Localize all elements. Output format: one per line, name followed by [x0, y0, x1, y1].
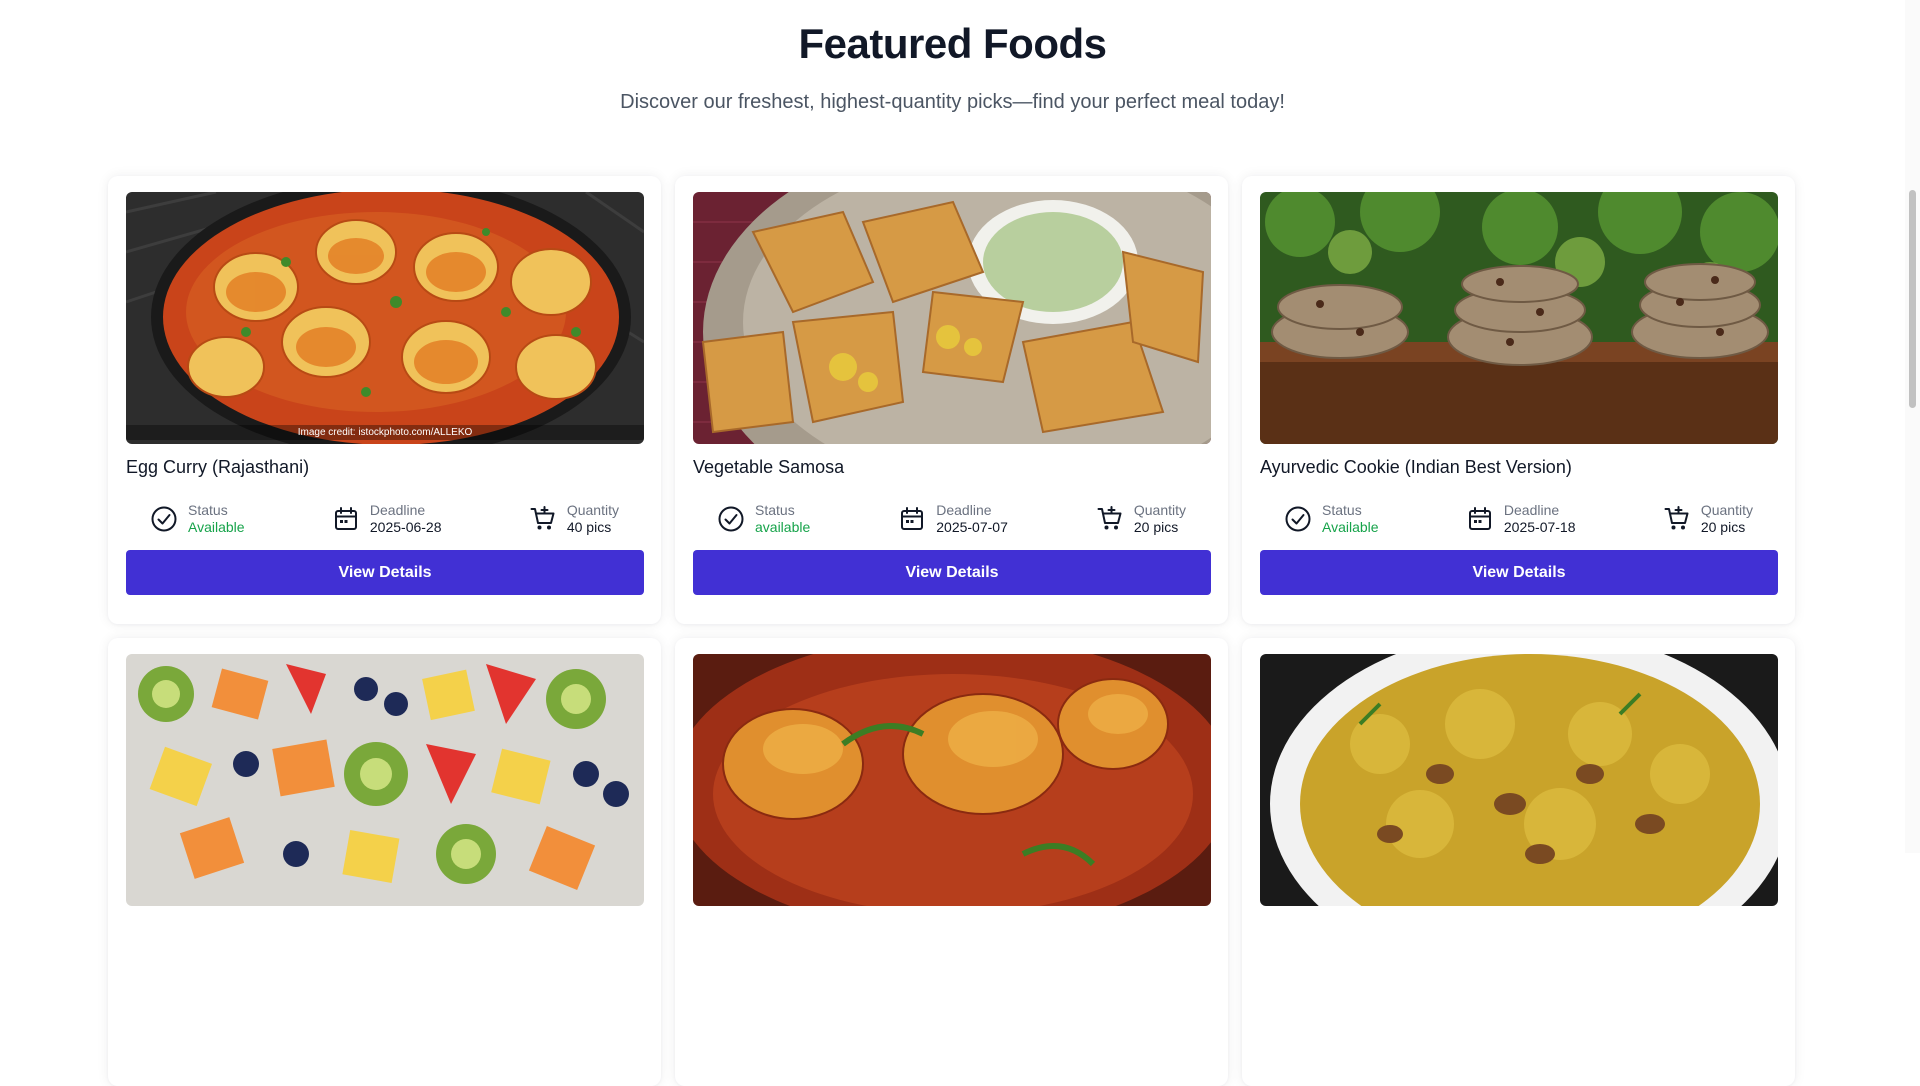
food-meta: Status Available Deadline 2025-06-28 Qua… [126, 502, 643, 536]
cart-icon [1097, 506, 1122, 530]
quantity-label: Quantity [1700, 502, 1753, 518]
status-label: Status [188, 502, 228, 518]
status-meta: Status Available [1284, 502, 1379, 536]
cookie-image [1260, 192, 1778, 444]
food-title: Egg Curry (Rajasthani) [126, 457, 310, 477]
pulao-image [1260, 654, 1778, 906]
egg-curry-image-2 [693, 654, 1211, 906]
food-card: Image credit: istockphoto.com/ALLEKO Egg… [108, 176, 661, 624]
food-meta: Status available Deadline 2025-07-07 Qua… [693, 502, 1210, 536]
food-card: Vegetable Samosa Status available Deadli… [675, 176, 1228, 624]
status-value: Available [188, 519, 245, 535]
status-label: Status [1322, 502, 1362, 518]
status-value: Available [1322, 519, 1379, 535]
deadline-value: 2025-06-28 [369, 519, 442, 535]
food-meta: Status Available Deadline 2025-07-18 Qua… [1260, 502, 1777, 536]
deadline-meta: Deadline 2025-07-07 [898, 502, 1008, 536]
food-image[interactable] [693, 192, 1211, 444]
calendar-icon [334, 507, 357, 530]
status-meta: Status Available [150, 502, 245, 536]
food-image[interactable] [1260, 654, 1778, 906]
view-details-button[interactable]: View Details [1260, 550, 1778, 595]
quantity-meta: Quantity 20 pics [1096, 502, 1186, 536]
deadline-meta: Deadline 2025-07-18 [1466, 502, 1576, 536]
calendar-icon [901, 507, 924, 530]
deadline-meta: Deadline 2025-06-28 [332, 502, 442, 536]
status-value: available [755, 519, 811, 535]
food-card: Ayurvedic Cookie (Indian Best Version) S… [1242, 176, 1795, 624]
food-image[interactable] [126, 654, 644, 906]
food-title: Vegetable Samosa [693, 457, 845, 477]
egg-curry-image [126, 192, 644, 444]
food-title: Ayurvedic Cookie (Indian Best Version) [1260, 457, 1572, 477]
fruit-salad-image [126, 654, 644, 906]
deadline-label: Deadline [369, 502, 426, 518]
vertical-scrollbar[interactable] [1905, 0, 1920, 853]
quantity-value: 20 pics [1133, 519, 1179, 535]
cart-icon [1664, 506, 1689, 530]
calendar-icon [1468, 507, 1491, 530]
deadline-value: 2025-07-18 [1503, 519, 1576, 535]
view-details-button[interactable]: View Details [126, 550, 644, 595]
quantity-label: Quantity [566, 502, 619, 518]
food-image[interactable]: Image credit: istockphoto.com/ALLEKO [126, 192, 644, 444]
quantity-meta: Quantity 40 pics [529, 502, 619, 536]
deadline-label: Deadline [936, 502, 992, 518]
cart-icon [530, 506, 555, 530]
status-label: Status [755, 502, 795, 518]
page-title: Featured Foods [798, 20, 1107, 67]
page-subtitle: Discover our freshest, highest-quantity … [620, 91, 1285, 113]
quantity-value: 40 pics [566, 519, 612, 535]
food-card [108, 638, 661, 1086]
status-meta: Status available [717, 502, 810, 536]
image-credit: Image credit: istockphoto.com/ALLEKO [126, 425, 644, 440]
samosa-image [693, 192, 1211, 444]
quantity-meta: Quantity 20 pics [1663, 502, 1753, 536]
deadline-value: 2025-07-07 [936, 519, 1008, 535]
food-card [675, 638, 1228, 1086]
food-image[interactable] [693, 654, 1211, 906]
quantity-value: 20 pics [1700, 519, 1746, 535]
check-circle-icon [1285, 506, 1311, 532]
deadline-label: Deadline [1503, 502, 1560, 518]
food-image[interactable] [1260, 192, 1778, 444]
quantity-label: Quantity [1133, 502, 1186, 518]
view-details-button[interactable]: View Details [693, 550, 1211, 595]
food-card [1242, 638, 1795, 1086]
check-circle-icon [151, 506, 177, 532]
scrollbar-thumb[interactable] [1909, 190, 1916, 408]
check-circle-icon [718, 506, 744, 532]
food-grid: Image credit: istockphoto.com/ALLEKO Egg… [108, 176, 1795, 1086]
